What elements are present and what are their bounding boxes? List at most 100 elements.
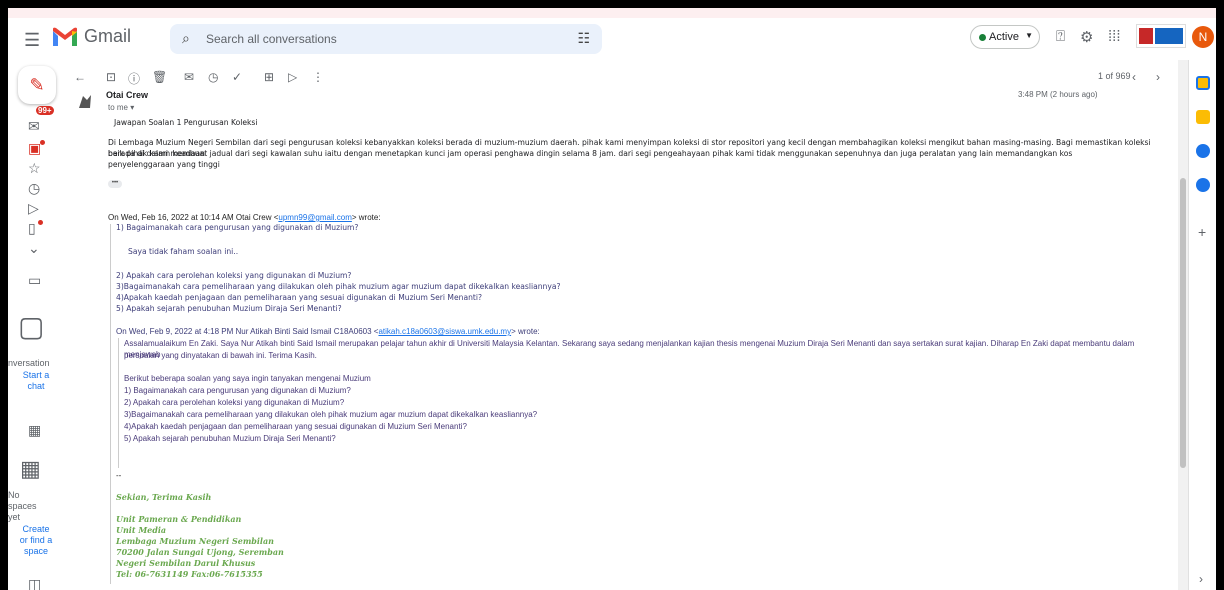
start-chat-link-line2[interactable]: chat xyxy=(8,381,64,391)
spaces-small-icon[interactable]: ▦ xyxy=(28,422,41,439)
tasks-icon[interactable] xyxy=(1196,144,1210,158)
search-input[interactable]: Search all conversations xyxy=(206,32,337,46)
mark-unread-icon[interactable]: ✉ xyxy=(184,70,194,84)
archive-icon[interactable]: ⊡ xyxy=(106,70,116,84)
report-spam-icon[interactable]: ⓘ xyxy=(128,70,140,87)
signature-line-5: 70200 Jalan Sungai Ujong, Seremban xyxy=(116,547,284,557)
move-to-icon[interactable]: ⊞ xyxy=(264,70,274,84)
account-avatar[interactable]: N xyxy=(1192,26,1214,48)
message-date: 3:48 PM (2 hours ago) xyxy=(1018,90,1098,99)
keep-icon[interactable] xyxy=(1196,110,1210,124)
q2-line-3: 3)Bagaimanakah cara pemeliharaan yang di… xyxy=(124,410,538,419)
snoozed-clock-icon[interactable]: ◷ xyxy=(28,180,40,197)
gmail-window: ☰ Gmail ⌕ Search all conversations ☷ Act… xyxy=(8,8,1216,590)
quote2-header-pre: On Wed, Feb 9, 2022 at 4:18 PM Nur Atika… xyxy=(116,327,379,336)
expand-panel-chevron-icon[interactable]: › xyxy=(1199,572,1203,586)
signature-line-2: Unit Pameran & Pendidikan xyxy=(116,514,242,524)
inbox-unread-badge: 99+ xyxy=(36,106,54,115)
sent-icon[interactable]: ▷ xyxy=(28,200,39,217)
main-menu-icon[interactable]: ☰ xyxy=(24,30,40,51)
compose-button[interactable]: ✎ xyxy=(18,66,56,104)
active-status-dot xyxy=(979,34,986,41)
chat-small-icon[interactable]: ▭ xyxy=(28,272,41,289)
show-trimmed-content-button[interactable]: ••• xyxy=(108,180,122,188)
q1-line-2: 2) Apakah cara perolehan koleksi yang di… xyxy=(116,271,352,280)
pencil-icon: ✎ xyxy=(29,75,45,95)
quote1-email-link[interactable]: upmn99@gmail.com xyxy=(278,213,351,222)
quote1-header-pre: On Wed, Feb 16, 2022 at 10:14 AM Otai Cr… xyxy=(108,213,279,222)
sender-name: Otai Crew xyxy=(106,90,149,100)
signature-line-3: Unit Media xyxy=(116,525,167,535)
signature-line-6: Negeri Sembilan Darul Khusus xyxy=(116,558,256,568)
chevron-down-icon: ▼ xyxy=(1025,31,1033,40)
q2-line-1: 1) Bagaimanakah cara pengurusan yang dig… xyxy=(124,386,351,395)
subject-line: Jawapan Soalan 1 Pengurusan Koleksi xyxy=(114,118,258,127)
message-scrollbar[interactable] xyxy=(1178,60,1188,590)
quote2-border xyxy=(118,338,119,468)
contacts-icon[interactable] xyxy=(1196,178,1210,192)
label-icon[interactable]: ▷ xyxy=(288,70,297,84)
q1-line-1: 1) Bagaimanakah cara pengurusan yang dig… xyxy=(116,223,359,232)
calendar-icon[interactable] xyxy=(1196,76,1210,90)
signature-separator: -- xyxy=(116,471,122,480)
newer-chevron-left-icon[interactable]: ‹ xyxy=(1132,70,1136,84)
conversation-label: nversation xyxy=(8,358,50,368)
q2-line-2: 2) Apakah cara perolehan koleksi yang di… xyxy=(124,398,345,407)
quote2-header: On Wed, Feb 9, 2022 at 4:18 PM Nur Atika… xyxy=(116,326,540,337)
no-spaces-text-1: No xyxy=(8,490,20,500)
sender-avatar[interactable] xyxy=(76,92,94,110)
q2-paragraph-2: persoalan yang dinyatakan di bawah ini. … xyxy=(124,351,317,360)
signature-line-4: Lembaga Muzium Negeri Sembilan xyxy=(116,536,274,546)
snooze-icon[interactable]: ◷ xyxy=(208,70,218,84)
q1-line-4: 4)Apakah kaedah penjagaan dan pemelihara… xyxy=(116,293,483,302)
help-icon[interactable]: ⍰ xyxy=(1056,28,1065,45)
apps-grid-icon[interactable]: ⁞⁞⁞ xyxy=(1108,28,1121,45)
organization-logo[interactable] xyxy=(1136,24,1186,48)
signature-line-7: Tel: 06-7631149 Fax:06-7615355 xyxy=(116,569,263,579)
message-toolbar: ← ⊡ ⓘ 🗑 ✉ ◷ ✓ ⊞ ▷ ⋮ 1 of 969 ‹ › xyxy=(68,66,1178,90)
create-space-link-1[interactable]: Create xyxy=(8,524,64,534)
more-options-icon[interactable]: ⋮ xyxy=(312,70,324,84)
scrollbar-thumb[interactable] xyxy=(1180,178,1186,468)
create-space-link-3[interactable]: space xyxy=(8,546,64,556)
quote2-header-post: > wrote: xyxy=(511,327,540,336)
q2-line-5: 5) Apakah sejarah penubuhan Muzium Diraj… xyxy=(124,434,336,443)
search-options-icon[interactable]: ☷ xyxy=(577,30,590,47)
left-rail: ✎ ✉ 99+ ▣ ☆ ◷ ▷ ▯ ⌄ ▭ ▢ nversation Start… xyxy=(8,60,68,590)
search-icon[interactable]: ⌕ xyxy=(182,30,190,47)
more-chevron-down-icon[interactable]: ⌄ xyxy=(28,240,40,257)
add-addon-plus-icon[interactable]: + xyxy=(1198,224,1206,240)
no-spaces-text-3: yet xyxy=(8,512,21,522)
create-space-link-2[interactable]: or find a xyxy=(8,535,64,545)
quote1-border xyxy=(110,224,111,584)
top-strip xyxy=(8,8,1216,18)
search-bar[interactable]: ⌕ Search all conversations ☷ xyxy=(170,24,602,54)
add-task-icon[interactable]: ✓ xyxy=(232,70,242,84)
q1-reply: Saya tidak faham soalan ini.. xyxy=(128,247,239,256)
gmail-logo-icon[interactable] xyxy=(52,26,78,48)
inbox-icon[interactable]: ✉ xyxy=(28,118,40,135)
q2-line-4: 4)Apakah kaedah penjagaan dan pemelihara… xyxy=(124,422,467,431)
drafts-notification-dot xyxy=(38,220,43,225)
message-view: Otai Crew to me ▾ 3:48 PM (2 hours ago) … xyxy=(68,90,1176,590)
back-arrow-icon[interactable]: ← xyxy=(74,70,86,84)
notification-dot xyxy=(40,140,45,145)
settings-gear-icon[interactable]: ⚙ xyxy=(1080,28,1093,46)
quote1-header-post: > wrote: xyxy=(351,213,381,222)
delete-trash-icon[interactable]: 🗑 xyxy=(152,70,167,84)
star-icon[interactable]: ☆ xyxy=(28,160,41,177)
status-label: Active xyxy=(989,31,1019,43)
signature-line-1: Sekian, Terima Kasih xyxy=(116,492,212,502)
older-chevron-right-icon[interactable]: › xyxy=(1156,70,1160,84)
quote1-header: On Wed, Feb 16, 2022 at 10:14 AM Otai Cr… xyxy=(108,212,381,223)
quote2-email-link[interactable]: atikah.c18a0603@siswa.umk.edu.my xyxy=(378,327,511,336)
no-spaces-text-2: spaces xyxy=(8,501,37,511)
logo-text-part xyxy=(1155,28,1183,44)
side-panel: + › xyxy=(1188,60,1216,590)
start-chat-link-line1[interactable]: Start a xyxy=(8,370,64,380)
status-dropdown[interactable]: Active ▼ xyxy=(970,25,1040,49)
meet-video-icon[interactable]: ◫ xyxy=(28,576,41,590)
drafts-icon[interactable]: ▯ xyxy=(28,220,36,237)
recipient-toggle[interactable]: to me ▾ xyxy=(108,103,134,112)
q2-intro: Berikut beberapa soalan yang saya ingin … xyxy=(124,374,371,383)
